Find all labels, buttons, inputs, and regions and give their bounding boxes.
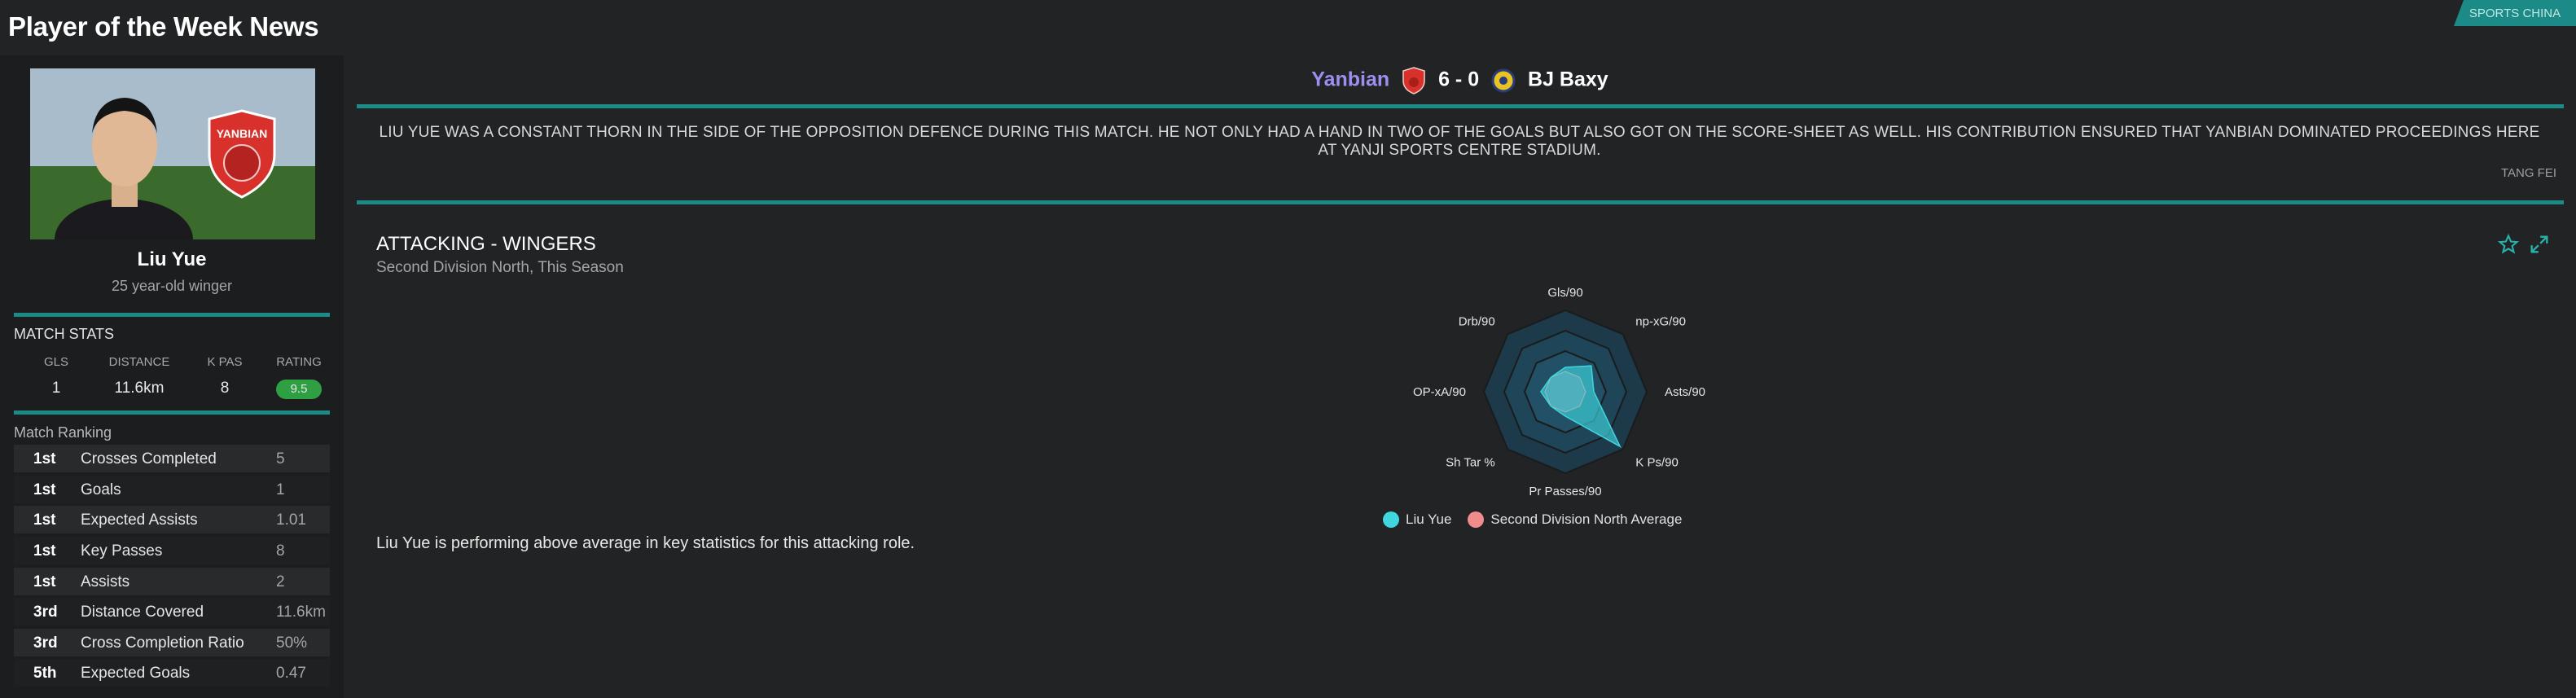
ranking-row: 3rd Distance Covered 11.6km xyxy=(14,598,330,626)
ranking-stat: Key Passes xyxy=(81,542,163,560)
legend-item-player: Liu Yue xyxy=(1383,511,1451,528)
ranking-stat: Cross Completion Ratio xyxy=(81,634,244,652)
page-title: Player of the Week News xyxy=(8,11,319,42)
ranking-row: 3rd Cross Completion Ratio 50% xyxy=(14,629,330,656)
panel-title: ATTACKING - WINGERS xyxy=(376,233,596,255)
legend-item-average: Second Division North Average xyxy=(1468,511,1682,528)
ranking-row: 1st Expected Assists 1.01 xyxy=(14,506,330,533)
ranking-position: 1st xyxy=(33,481,56,498)
match-stats-label: MATCH STATS xyxy=(14,326,114,342)
stat-distance: 11.6km xyxy=(114,380,165,397)
stat-header-gls: GLS xyxy=(43,355,68,369)
ranking-position: 1st xyxy=(33,573,56,590)
ranking-stat: Expected Assists xyxy=(81,511,198,529)
club-badge-text: YANBIAN xyxy=(216,127,268,140)
source-badge: SPORTS CHINA xyxy=(2454,0,2576,26)
ranking-stat: Expected Goals xyxy=(81,665,191,682)
match-ranking-label: Match Ranking xyxy=(14,424,112,441)
rating-badge: 9.5 xyxy=(276,380,322,399)
legend-swatch xyxy=(1468,511,1485,528)
ranking-value: 1.01 xyxy=(276,511,306,529)
player-name: Liu Yue xyxy=(137,248,207,270)
stat-key-passes: 8 xyxy=(220,380,230,397)
legend-label: Liu Yue xyxy=(1406,511,1452,527)
ranking-row: 5th Expected Goals 0.47 xyxy=(14,659,330,687)
ranking-row: 1st Crosses Completed 5 xyxy=(14,445,330,472)
radar-axis-label: Drb/90 xyxy=(1459,315,1495,329)
ranking-stat: Distance Covered xyxy=(81,604,204,621)
ranking-value: 5 xyxy=(276,450,285,468)
ranking-position: 1st xyxy=(33,450,56,468)
ranking-position: 1st xyxy=(33,511,56,529)
news-byline: TANG FEI xyxy=(2500,166,2556,180)
radar-axis-label: K Ps/90 xyxy=(1635,455,1679,469)
news-story: LIU YUE WAS A CONSTANT THORN IN THE SIDE… xyxy=(379,124,2540,159)
match-stats-values: 1 11.6km 8 9.5 xyxy=(14,380,331,404)
home-team-link[interactable]: Yanbian xyxy=(1311,68,1389,91)
stat-header-distance: DISTANCE xyxy=(108,355,170,369)
expand-icon[interactable] xyxy=(2528,233,2551,256)
ranking-value: 0.47 xyxy=(276,665,306,682)
radar-axis-label: Asts/90 xyxy=(1665,385,1705,399)
away-crest-icon xyxy=(1491,67,1516,94)
club-badge: YANBIAN xyxy=(205,109,279,199)
ranking-row: 1st Goals 1 xyxy=(14,476,330,503)
radar-axis-label: Sh Tar % xyxy=(1446,455,1495,469)
ranking-stat: Assists xyxy=(81,573,130,590)
ranking-stat: Goals xyxy=(81,481,121,498)
radar-axis-label: np-xG/90 xyxy=(1635,315,1686,329)
player-description: 25 year-old winger xyxy=(111,278,233,294)
divider xyxy=(14,410,330,415)
ranking-position: 3rd xyxy=(33,604,58,621)
chart-legend: Liu Yue Second Division North Average xyxy=(1383,511,1698,528)
home-crest-icon xyxy=(1402,67,1426,94)
match-score: 6 - 0 xyxy=(1438,68,1480,91)
player-photo: YANBIAN xyxy=(30,68,315,239)
radar-chart: Gls/90 np-xG/90 Asts/90 K Ps/90 Pr Passes/90… xyxy=(1280,283,1850,593)
legend-swatch xyxy=(1383,511,1399,528)
ranking-value: 11.6km xyxy=(276,604,326,621)
performance-summary: Liu Yue is performing above average in k… xyxy=(376,534,915,552)
ranking-row: 1st Key Passes 8 xyxy=(14,537,330,564)
star-icon[interactable] xyxy=(2497,233,2520,256)
radar-svg: Gls/90 np-xG/90 Asts/90 K Ps/90 Pr Passes/90… xyxy=(1413,286,1705,498)
ranking-value: 1 xyxy=(276,481,285,498)
player-sidebar: YANBIAN Liu Yue 25 year-old winger MATCH… xyxy=(0,55,344,698)
ranking-value: 8 xyxy=(276,542,285,560)
radar-axis-label: OP-xA/90 xyxy=(1413,385,1466,399)
ranking-position: 5th xyxy=(33,665,57,682)
divider xyxy=(357,200,2564,204)
ranking-position: 3rd xyxy=(33,634,58,652)
legend-label: Second Division North Average xyxy=(1490,511,1683,527)
divider xyxy=(14,313,330,317)
ranking-stat: Crosses Completed xyxy=(81,450,217,468)
radar-axis-label: Pr Passes/90 xyxy=(1529,485,1601,498)
stat-goals: 1 xyxy=(51,380,61,397)
ranking-value: 2 xyxy=(276,573,285,590)
ranking-row: 1st Assists 2 xyxy=(14,568,330,595)
news-main: Yanbian 6 - 0 BJ Baxy LIU YUE WAS A CONS… xyxy=(344,55,2576,698)
radar-axis-label: Gls/90 xyxy=(1547,286,1582,300)
away-team-link[interactable]: BJ Baxy xyxy=(1528,68,1608,91)
match-stats-headers: GLS DISTANCE K PAS RATING xyxy=(14,355,331,371)
panel-subtitle: Second Division North, This Season xyxy=(376,259,624,276)
ranking-value: 50% xyxy=(276,634,308,652)
divider xyxy=(357,104,2564,108)
stat-header-rating: RATING xyxy=(276,355,322,369)
match-score-line: Yanbian 6 - 0 BJ Baxy xyxy=(344,67,2576,94)
ranking-position: 1st xyxy=(33,542,56,560)
